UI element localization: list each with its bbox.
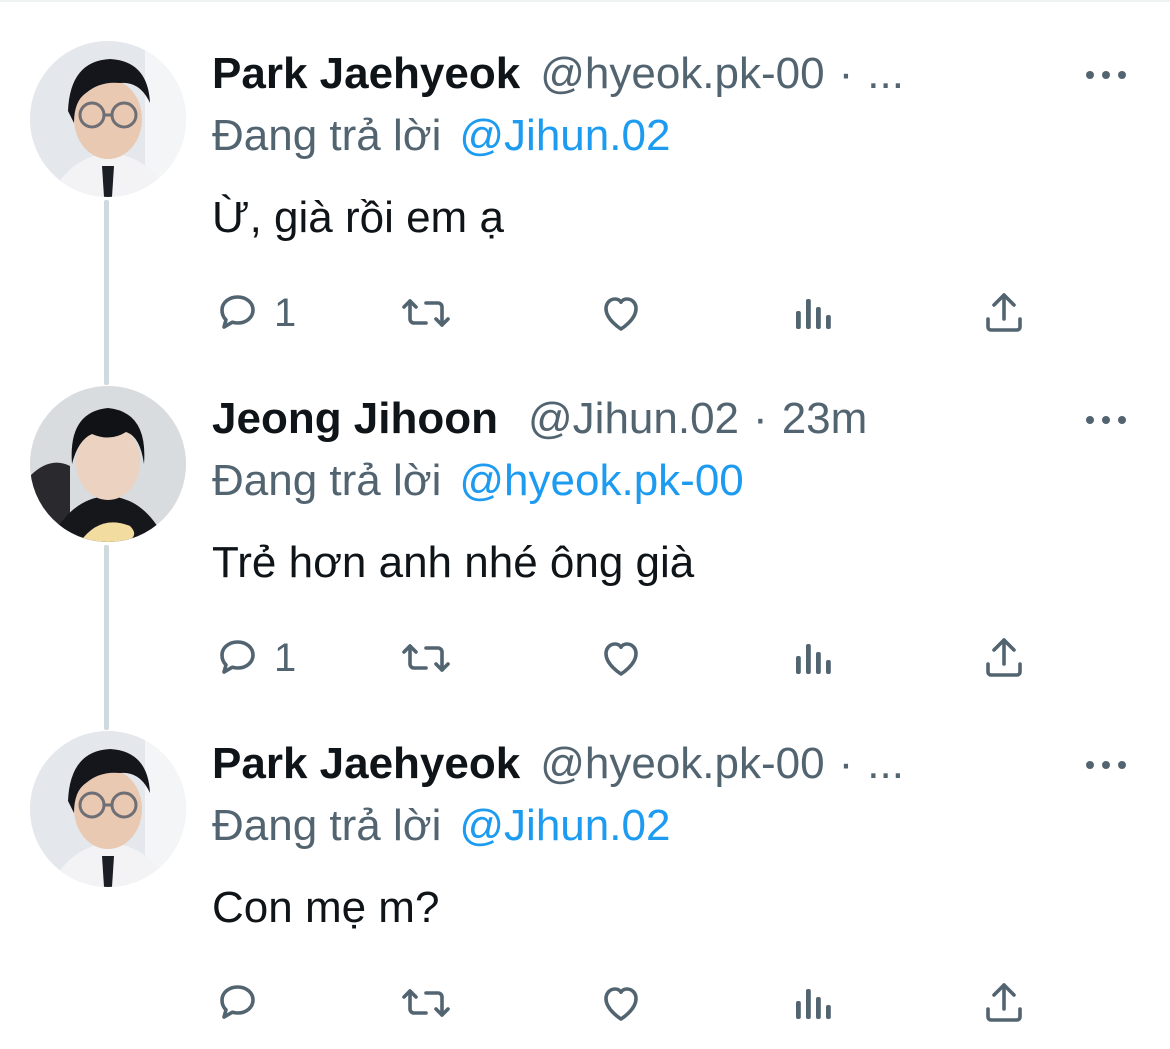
like-button[interactable] — [596, 633, 646, 683]
more-options-button[interactable] — [1086, 405, 1126, 435]
share-upload-icon — [986, 638, 1022, 677]
ellipsis-icon — [1118, 416, 1126, 424]
tweet-header: Park Jaehyeok @hyeok.pk-00 · ... — [212, 734, 904, 794]
bar-chart-icon — [796, 644, 831, 674]
author-handle[interactable]: @hyeok.pk-00 — [540, 734, 824, 794]
retweet-button[interactable] — [400, 978, 452, 1028]
replying-to-label: Đang trả lời — [212, 111, 442, 160]
replying-to-link[interactable]: @hyeok.pk-00 — [459, 456, 743, 505]
replying-to-link[interactable]: @Jihun.02 — [459, 111, 670, 160]
timestamp[interactable]: 23m — [782, 389, 868, 449]
share-button[interactable] — [980, 288, 1028, 338]
share-button[interactable] — [980, 633, 1028, 683]
more-options-button[interactable] — [1086, 750, 1126, 780]
avatar[interactable] — [30, 731, 186, 887]
heart-icon — [604, 642, 638, 676]
tweet-text: Ừ, già rồi em ạ — [212, 193, 504, 242]
ellipsis-icon — [1102, 761, 1110, 769]
ellipsis-icon — [1118, 71, 1126, 79]
share-upload-icon — [986, 983, 1022, 1022]
author-name[interactable]: Park Jaehyeok — [212, 44, 520, 104]
ellipsis-icon — [1102, 416, 1110, 424]
timestamp[interactable]: ... — [867, 734, 904, 794]
retweet-arrows-icon — [402, 299, 450, 327]
share-button[interactable] — [980, 978, 1028, 1028]
views-button[interactable] — [790, 978, 834, 1028]
avatar-photo-icon — [30, 731, 186, 887]
avatar[interactable] — [30, 41, 186, 197]
tweet-actions — [212, 978, 1042, 1028]
author-handle[interactable]: @hyeok.pk-00 — [540, 44, 824, 104]
heart-icon — [604, 987, 638, 1021]
tweet-header: Jeong Jihoon @Jihun.02 · 23m — [212, 389, 867, 449]
tweet[interactable]: Jeong Jihoon @Jihun.02 · 23m Đang trả lờ… — [0, 345, 1170, 690]
reply-button[interactable]: 1 — [214, 633, 296, 683]
avatar-photo-icon — [30, 41, 186, 197]
tweet-actions: 1 — [212, 633, 1042, 683]
speech-bubble-icon — [220, 640, 255, 674]
replying-to: Đang trả lời @hyeok.pk-00 — [212, 453, 744, 509]
retweet-button[interactable] — [400, 633, 452, 683]
avatar-photo-icon — [30, 386, 186, 542]
author-name[interactable]: Park Jaehyeok — [212, 734, 520, 794]
bar-chart-icon — [796, 299, 831, 329]
ellipsis-icon — [1086, 761, 1094, 769]
tweet-header: Park Jaehyeok @hyeok.pk-00 · ... — [212, 44, 904, 104]
views-button[interactable] — [790, 633, 834, 683]
separator: · — [838, 49, 854, 98]
ellipsis-icon — [1102, 71, 1110, 79]
reply-button[interactable] — [214, 978, 274, 1028]
reply-button[interactable]: 1 — [214, 288, 296, 338]
timestamp[interactable]: ... — [867, 44, 904, 104]
replying-to-link[interactable]: @Jihun.02 — [459, 801, 670, 850]
like-button[interactable] — [596, 288, 646, 338]
author-handle[interactable]: @Jihun.02 — [528, 389, 739, 449]
speech-bubble-icon — [220, 295, 255, 329]
separator: · — [753, 394, 768, 443]
share-upload-icon — [986, 293, 1022, 332]
tweet-text: Con mẹ m? — [212, 883, 440, 932]
avatar[interactable] — [30, 386, 186, 542]
heart-icon — [604, 297, 638, 331]
ellipsis-icon — [1086, 71, 1094, 79]
replying-to-label: Đang trả lời — [212, 456, 442, 505]
tweet-text: Trẻ hơn anh nhé ông già — [212, 538, 695, 587]
retweet-arrows-icon — [402, 989, 450, 1017]
more-options-button[interactable] — [1086, 60, 1126, 90]
separator: · — [838, 739, 854, 788]
author-name[interactable]: Jeong Jihoon — [212, 389, 498, 449]
replying-to-label: Đang trả lời — [212, 801, 442, 850]
bar-chart-icon — [796, 989, 831, 1019]
views-button[interactable] — [790, 288, 834, 338]
replying-to: Đang trả lời @Jihun.02 — [212, 108, 670, 164]
ellipsis-icon — [1086, 416, 1094, 424]
speech-bubble-icon — [220, 985, 255, 1019]
reply-count: 1 — [274, 636, 297, 680]
retweet-arrows-icon — [402, 644, 450, 672]
tweet[interactable]: Park Jaehyeok @hyeok.pk-00 · ... Đang tr… — [0, 690, 1170, 1035]
tweet-actions: 1 — [212, 288, 1042, 338]
reply-count: 1 — [274, 291, 297, 335]
tweet[interactable]: Park Jaehyeok @hyeok.pk-00 · ... Đang tr… — [0, 0, 1170, 345]
retweet-button[interactable] — [400, 288, 452, 338]
like-button[interactable] — [596, 978, 646, 1028]
replying-to: Đang trả lời @Jihun.02 — [212, 798, 670, 854]
ellipsis-icon — [1118, 761, 1126, 769]
